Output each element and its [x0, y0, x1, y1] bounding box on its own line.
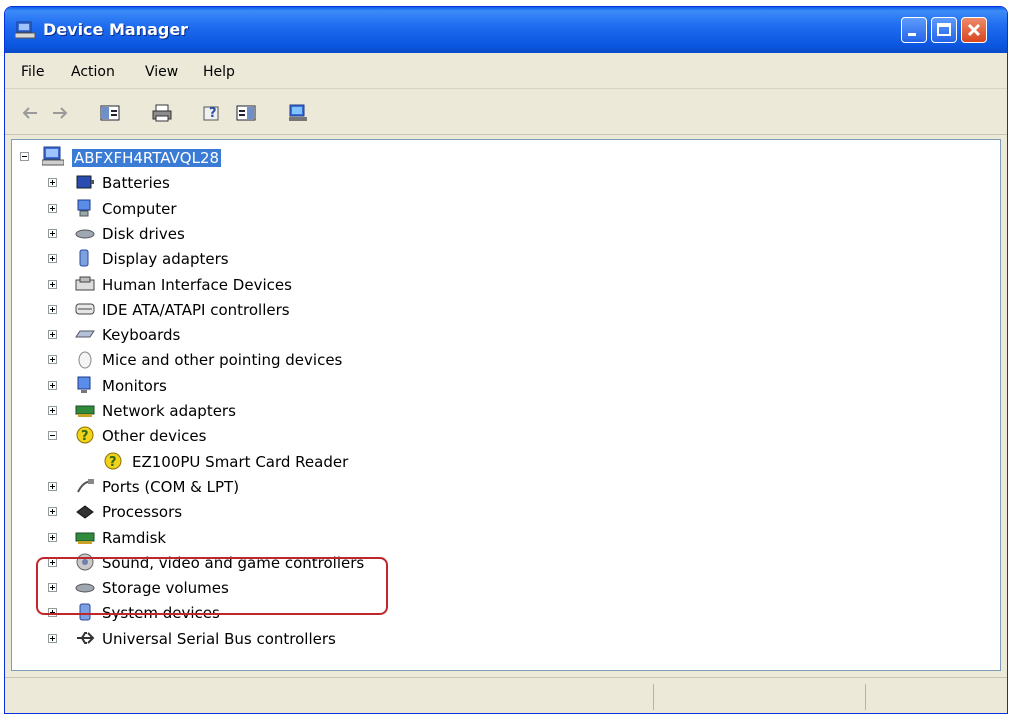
keyboard-icon: [75, 330, 95, 338]
title-bar[interactable]: Device Manager: [5, 7, 1007, 53]
minimize-icon: [908, 33, 916, 36]
device-manager-window: Device Manager File Action View Help ? A…: [4, 6, 1008, 714]
expand-toggle[interactable]: [48, 633, 57, 643]
tree-category-label[interactable]: Ramdisk: [102, 529, 166, 547]
back-arrow-icon[interactable]: [19, 103, 41, 123]
unknown-device-icon: ?: [76, 426, 94, 444]
hid-icon: [75, 276, 95, 290]
forward-arrow-icon[interactable]: [49, 103, 71, 123]
root-collapse-toggle[interactable]: [20, 152, 29, 161]
tree-category-label[interactable]: Ports (COM & LPT): [102, 478, 239, 496]
expand-toggle[interactable]: [48, 178, 57, 188]
scan-hardware-icon[interactable]: [287, 103, 309, 123]
display-adapter-icon: [79, 249, 89, 267]
battery-icon: [76, 175, 94, 189]
tree-category-label[interactable]: Human Interface Devices: [102, 276, 292, 294]
menu-help[interactable]: Help: [203, 64, 235, 80]
svg-text:?: ?: [209, 106, 217, 121]
show-hide-console-tree-icon[interactable]: [99, 103, 121, 123]
menu-bar: File Action View Help: [5, 53, 1007, 89]
tree-category-label[interactable]: Processors: [102, 503, 182, 521]
expand-toggle[interactable]: [48, 355, 57, 365]
tree-category-label[interactable]: Computer: [102, 200, 177, 218]
maximize-button[interactable]: [931, 17, 957, 43]
svg-text:?: ?: [109, 455, 117, 470]
tree-category-label[interactable]: Batteries: [102, 174, 170, 192]
menu-file[interactable]: File: [21, 64, 44, 80]
root-node-label[interactable]: ABFXFH4RTAVQL28: [72, 149, 222, 167]
ramdisk-icon: [75, 532, 95, 544]
device-manager-icon: [15, 21, 36, 39]
maximize-icon: [937, 23, 951, 36]
window-title: Device Manager: [43, 20, 189, 39]
show-hide-action-pane-icon[interactable]: [235, 103, 257, 123]
expand-toggle[interactable]: [48, 279, 57, 289]
mouse-icon: [78, 351, 92, 369]
tree-category-label[interactable]: Mice and other pointing devices: [102, 351, 342, 369]
expand-toggle[interactable]: [48, 532, 57, 542]
port-icon: [77, 478, 94, 493]
expand-toggle[interactable]: [48, 228, 57, 238]
tree-category-label[interactable]: IDE ATA/ATAPI controllers: [102, 301, 290, 319]
computer-icon: [77, 199, 91, 217]
expand-toggle[interactable]: [48, 330, 57, 340]
svg-text:?: ?: [81, 429, 89, 444]
monitor-icon: [77, 376, 91, 393]
tree-category-label[interactable]: Keyboards: [102, 326, 180, 344]
expand-toggle[interactable]: [48, 380, 57, 390]
close-icon: [967, 23, 981, 37]
tree-category-label[interactable]: Disk drives: [102, 225, 185, 243]
toolbar: ?: [5, 89, 1007, 135]
highlight-annotation: [36, 557, 388, 615]
expand-toggle[interactable]: [48, 304, 57, 314]
status-divider: [653, 684, 654, 710]
disk-drive-icon: [75, 229, 95, 239]
collapse-toggle[interactable]: [48, 431, 57, 441]
warning-device-icon: ?: [104, 452, 122, 470]
expand-toggle[interactable]: [48, 406, 57, 415]
status-bar: [5, 677, 1007, 713]
ide-controller-icon: [75, 303, 95, 315]
help-icon[interactable]: ?: [201, 103, 223, 123]
network-adapter-icon: [75, 405, 95, 417]
close-button[interactable]: [961, 17, 987, 43]
tree-device-label[interactable]: EZ100PU Smart Card Reader: [132, 453, 348, 471]
processor-icon: [76, 505, 94, 519]
status-divider: [865, 684, 866, 710]
tree-category-label[interactable]: Monitors: [102, 377, 167, 395]
expand-toggle[interactable]: [48, 481, 57, 491]
print-icon[interactable]: [151, 103, 173, 123]
tree-category-label[interactable]: Display adapters: [102, 250, 229, 268]
expand-toggle[interactable]: [48, 507, 57, 517]
expand-toggle[interactable]: [48, 203, 57, 213]
menu-action[interactable]: Action: [71, 64, 115, 80]
usb-icon: [77, 631, 95, 644]
computer-icon: [42, 146, 64, 166]
tree-category-label[interactable]: Other devices: [102, 427, 206, 445]
tree-category-label[interactable]: Universal Serial Bus controllers: [102, 630, 336, 648]
device-tree[interactable]: ABFXFH4RTAVQL28 Batteries Computer Disk dr…: [11, 139, 1001, 671]
tree-category-label[interactable]: Network adapters: [102, 402, 236, 420]
menu-view[interactable]: View: [145, 64, 178, 80]
expand-toggle[interactable]: [48, 254, 57, 264]
minimize-button[interactable]: [901, 17, 927, 43]
